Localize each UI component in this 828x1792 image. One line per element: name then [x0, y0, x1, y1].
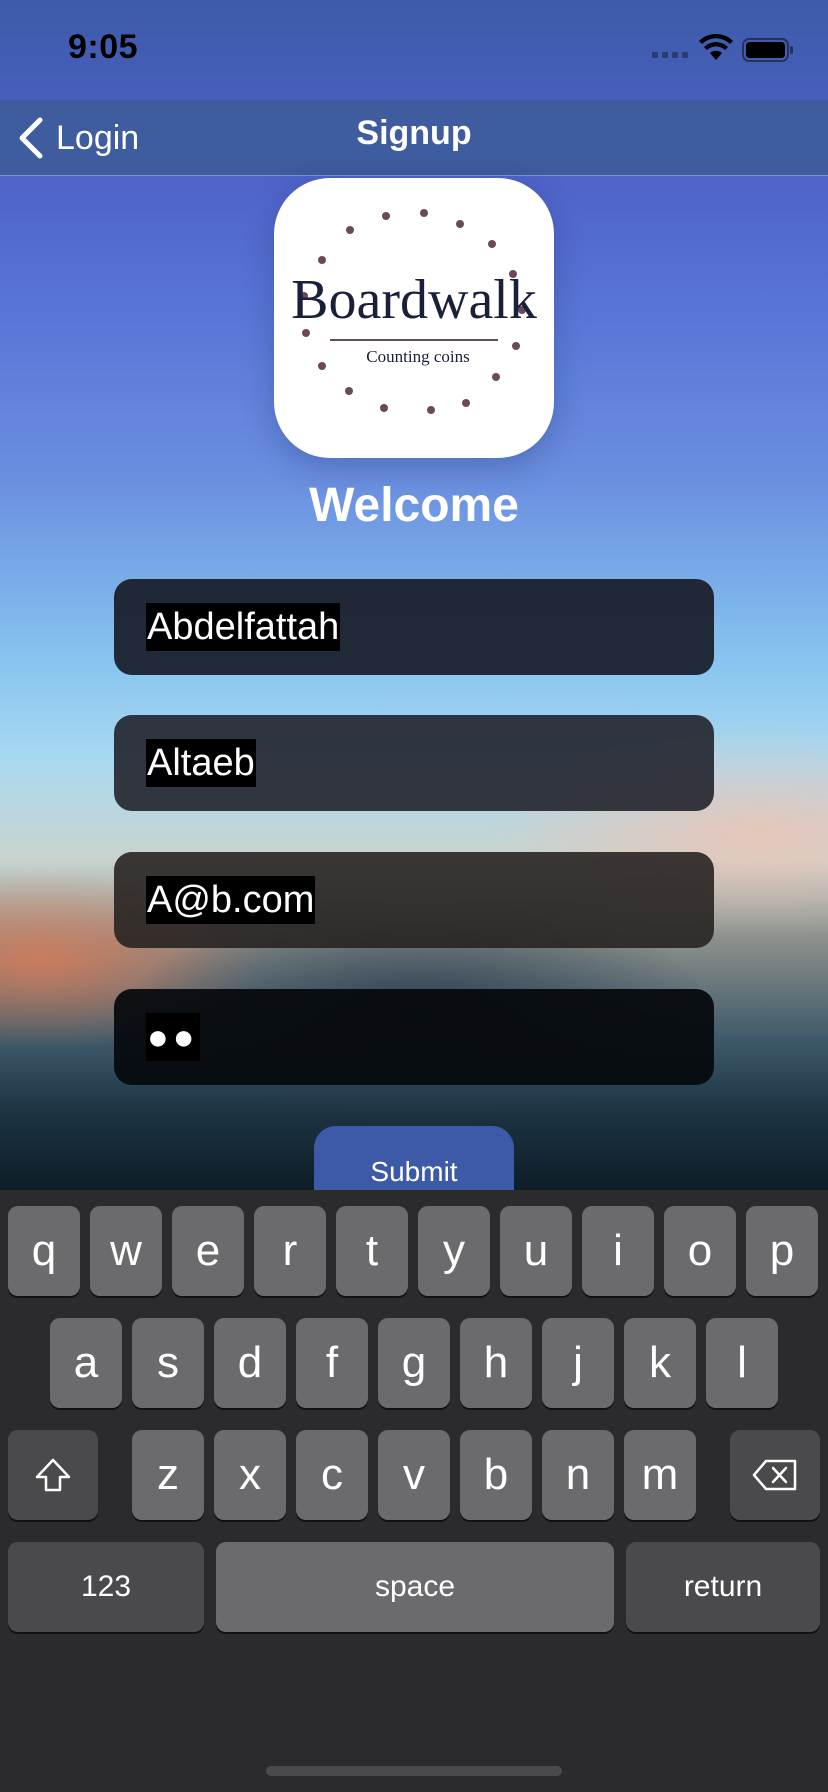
password-value: ●● [146, 1013, 200, 1061]
key-c[interactable]: c [296, 1430, 368, 1520]
return-key[interactable]: return [626, 1542, 820, 1632]
delete-key[interactable] [730, 1430, 820, 1520]
space-key[interactable]: space [216, 1542, 614, 1632]
last-name-field[interactable]: Altaeb [114, 715, 714, 811]
password-field[interactable]: ●● [114, 989, 714, 1085]
logo-artwork: Boardwalk Counting coins [291, 209, 537, 414]
page-title: Signup [356, 114, 472, 152]
key-s[interactable]: s [132, 1318, 204, 1408]
navigation-bar: Login Signup [0, 100, 828, 176]
status-time: 9:05 [68, 28, 139, 66]
key-q[interactable]: q [8, 1206, 80, 1296]
key-w[interactable]: w [90, 1206, 162, 1296]
shift-key[interactable] [8, 1430, 98, 1520]
key-o[interactable]: o [664, 1206, 736, 1296]
key-u[interactable]: u [500, 1206, 572, 1296]
welcome-heading: Welcome [309, 479, 519, 532]
key-f[interactable]: f [296, 1318, 368, 1408]
wifi-icon [699, 34, 733, 60]
keyboard: q w e r t y u i o p a s d f g h j k l z … [0, 1190, 828, 1792]
home-indicator [266, 1766, 562, 1776]
battery-icon [742, 38, 793, 62]
key-r[interactable]: r [254, 1206, 326, 1296]
status-bar: 9:05 [0, 0, 828, 100]
key-j[interactable]: j [542, 1318, 614, 1408]
key-y[interactable]: y [418, 1206, 490, 1296]
shift-icon [35, 1458, 71, 1492]
key-z[interactable]: z [132, 1430, 204, 1520]
key-h[interactable]: h [460, 1318, 532, 1408]
key-n[interactable]: n [542, 1430, 614, 1520]
key-p[interactable]: p [746, 1206, 818, 1296]
key-a[interactable]: a [50, 1318, 122, 1408]
key-x[interactable]: x [214, 1430, 286, 1520]
numbers-key[interactable]: 123 [8, 1542, 204, 1632]
key-k[interactable]: k [624, 1318, 696, 1408]
key-t[interactable]: t [336, 1206, 408, 1296]
key-l[interactable]: l [706, 1318, 778, 1408]
app-logo: Boardwalk Counting coins [274, 178, 554, 458]
logo-name: Boardwalk [291, 269, 537, 331]
last-name-value: Altaeb [146, 739, 256, 787]
logo-tagline: Counting coins [366, 347, 469, 366]
key-b[interactable]: b [460, 1430, 532, 1520]
key-g[interactable]: g [378, 1318, 450, 1408]
first-name-value: Abdelfattah [146, 603, 341, 651]
delete-icon [752, 1459, 797, 1491]
first-name-field[interactable]: Abdelfattah [114, 579, 714, 675]
key-v[interactable]: v [378, 1430, 450, 1520]
key-d[interactable]: d [214, 1318, 286, 1408]
signal-icon [652, 52, 688, 58]
email-value: A@b.com [146, 876, 316, 924]
key-m[interactable]: m [624, 1430, 696, 1520]
key-i[interactable]: i [582, 1206, 654, 1296]
email-field[interactable]: A@b.com [114, 852, 714, 948]
key-e[interactable]: e [172, 1206, 244, 1296]
